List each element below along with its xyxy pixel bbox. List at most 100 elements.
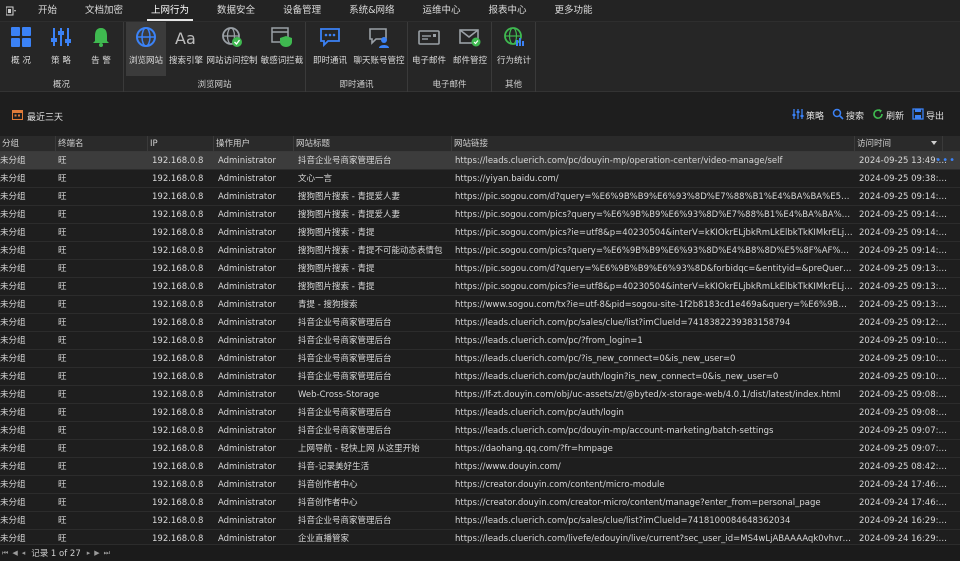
strategy-button[interactable]: 策略 [792, 108, 824, 123]
cell-visit-time: 2024-09-25 09:10:11 [859, 372, 949, 382]
table-row[interactable]: 未分组 旺 192.168.0.8 Administrator 抖音企业号商家管理后台 h… [0, 368, 960, 386]
last-page-icon[interactable]: ⏭ [104, 549, 110, 558]
tool-email[interactable]: 电子邮件 [410, 22, 448, 76]
tool-email-control[interactable]: 邮件管控 [450, 22, 490, 76]
table-row[interactable]: 未分组 旺 192.168.0.8 Administrator 抖音企业号商家管理后台 h… [0, 314, 960, 332]
table-row[interactable]: 未分组 旺 192.168.0.8 Administrator 抖音企业号商家管理后台 h… [0, 512, 960, 530]
table-row[interactable]: 未分组 旺 192.168.0.8 Administrator 抖音企业号商家管理后台 h… [0, 332, 960, 350]
cell-title: 抖音企业号商家管理后台 [298, 336, 392, 346]
prev-record-icon[interactable]: ◂ [22, 549, 26, 557]
cell-url: https://leads.cluerich.com/pc/auth/login [455, 408, 624, 418]
cell-terminal: 旺 [58, 264, 67, 274]
prev-page-icon[interactable]: ◀ [12, 549, 17, 557]
table-row[interactable]: 未分组 旺 192.168.0.8 Administrator 抖音企业号商家管理后台 h… [0, 350, 960, 368]
menu-more-features[interactable]: 更多功能 [555, 0, 593, 22]
next-record-icon[interactable]: ▸ [87, 549, 91, 557]
menu-ops-center[interactable]: 运维中心 [423, 0, 461, 22]
column-terminal[interactable]: 终端名 [56, 136, 148, 152]
menu-report-center[interactable]: 报表中心 [489, 0, 527, 22]
column-ip[interactable]: IP [148, 136, 214, 152]
tool-sensitive-word-block[interactable]: 敏感词拦截 [260, 22, 304, 76]
menu-internet-behavior[interactable]: 上网行为 [147, 0, 194, 22]
table-row[interactable]: 未分组 旺 192.168.0.8 Administrator 搜狗图片搜索 - 青提爱… [0, 188, 960, 206]
cell-ip: 192.168.0.8 [152, 336, 204, 346]
cell-terminal: 旺 [58, 336, 67, 346]
cell-title: 抖音创作者中心 [298, 498, 358, 508]
table-row[interactable]: 未分组 旺 192.168.0.8 Administrator 抖音企业号商家管理后台 h… [0, 422, 960, 440]
cell-group: 未分组 [0, 174, 26, 184]
menu-system-network[interactable]: 系统&网络 [349, 0, 394, 22]
column-title[interactable]: 网站标题 [294, 136, 452, 152]
cell-user: Administrator [218, 246, 276, 256]
table-row[interactable]: 未分组 旺 192.168.0.8 Administrator 搜狗图片搜索 - 青提 h… [0, 278, 960, 296]
cell-visit-time: 2024-09-25 09:07:59 [859, 426, 949, 436]
column-url[interactable]: 网站链接 [452, 136, 855, 152]
column-user[interactable]: 操作用户 [214, 136, 294, 152]
export-icon [912, 108, 924, 123]
sort-desc-icon[interactable] [930, 139, 938, 150]
cell-user: Administrator [218, 408, 276, 418]
cell-user: Administrator [218, 210, 276, 220]
next-page-icon[interactable]: ▶ [94, 549, 99, 557]
ribbon-group-overview: 概 况 策 略 告 警 概况 [0, 22, 124, 92]
cell-url: https://lf-zt.douyin.com/obj/uc-assets/z… [455, 390, 841, 400]
cell-visit-time: 2024-09-25 09:13:42 [859, 300, 949, 310]
search-button[interactable]: 搜索 [832, 108, 864, 123]
chat-user-icon [366, 24, 392, 50]
tool-label: 敏感词拦截 [260, 56, 304, 66]
recent-days-button[interactable]: 最近三天 [12, 109, 63, 123]
cell-terminal: 旺 [58, 390, 67, 400]
table-row[interactable]: 未分组 旺 192.168.0.8 Administrator 抖音企业号商家管理后台 h… [0, 152, 960, 170]
globe-icon [133, 24, 159, 50]
menu-data-security[interactable]: 数据安全 [217, 0, 255, 22]
tool-instant-messaging[interactable]: 即时通讯 [310, 22, 350, 76]
first-page-icon[interactable]: ⏮ [2, 549, 8, 558]
menu-doc-encryption[interactable]: 文档加密 [85, 0, 123, 22]
table-row[interactable]: 未分组 旺 192.168.0.8 Administrator 企业直播管家 https:… [0, 530, 960, 544]
cell-group: 未分组 [0, 228, 26, 238]
cell-url: https://leads.cluerich.com/livefe/edouyi… [455, 534, 853, 544]
tool-website-access-control[interactable]: 网站访问控制 [206, 22, 258, 76]
cell-url: https://pic.sogou.com/pics?ie=utf8&p=402… [455, 282, 853, 292]
column-group[interactable]: 分组 [0, 136, 56, 152]
table-row[interactable]: 未分组 旺 192.168.0.8 Administrator 搜狗图片搜索 - 青提 h… [0, 224, 960, 242]
cell-visit-time: 2024-09-25 09:13:53 [859, 264, 949, 274]
table-row[interactable]: 未分组 旺 192.168.0.8 Administrator 青提 - 搜狗搜索 htt… [0, 296, 960, 314]
cell-terminal: 旺 [58, 210, 67, 220]
cell-visit-time: 2024-09-24 17:46:13 [859, 480, 949, 490]
table-row[interactable]: 未分组 旺 192.168.0.8 Administrator 抖音-记录美好生活 htt… [0, 458, 960, 476]
menu-home[interactable]: 开始 [38, 0, 57, 22]
cell-visit-time: 2024-09-25 09:12:28 [859, 318, 949, 328]
tool-overview[interactable]: 概 况 [4, 22, 38, 76]
tool-label: 告 警 [91, 56, 111, 66]
menu-device-management[interactable]: 设备管理 [283, 0, 321, 22]
tool-strategy[interactable]: 策 略 [44, 22, 78, 76]
cell-ip: 192.168.0.8 [152, 480, 204, 490]
export-label: 导出 [925, 112, 944, 122]
tool-behavior-statistics[interactable]: 行为统计 [494, 22, 534, 76]
cell-url: https://leads.cluerich.com/pc/auth/login… [455, 372, 779, 382]
cell-group: 未分组 [0, 246, 26, 256]
refresh-button[interactable]: 刷新 [872, 108, 904, 123]
tool-chat-account-control[interactable]: 聊天账号管控 [352, 22, 406, 76]
cell-visit-time: 2024-09-24 17:46:11 [859, 498, 949, 508]
tool-search-engine[interactable]: Aa 搜索引擎 [168, 22, 204, 76]
table-row[interactable]: 未分组 旺 192.168.0.8 Administrator 上网导航 - 轻快上网 … [0, 440, 960, 458]
table-row[interactable]: 未分组 旺 192.168.0.8 Administrator 抖音创作者中心 https… [0, 476, 960, 494]
table-row[interactable]: 未分组 旺 192.168.0.8 Administrator Web-Cross-St… [0, 386, 960, 404]
tool-alert[interactable]: 告 警 [84, 22, 118, 76]
tool-label: 即时通讯 [312, 56, 347, 66]
tool-browse-websites[interactable]: 浏览网站 [126, 22, 166, 76]
table-row[interactable]: 未分组 旺 192.168.0.8 Administrator 搜狗图片搜索 - 青提爱… [0, 206, 960, 224]
table-row[interactable]: 未分组 旺 192.168.0.8 Administrator 搜狗图片搜索 - 青提不… [0, 242, 960, 260]
table-row[interactable]: 未分组 旺 192.168.0.8 Administrator 抖音企业号商家管理后台 h… [0, 404, 960, 422]
table-row[interactable]: 未分组 旺 192.168.0.8 Administrator 抖音创作者中心 https… [0, 494, 960, 512]
table-row[interactable]: 未分组 旺 192.168.0.8 Administrator 文心一言 https://… [0, 170, 960, 188]
table-row[interactable]: 未分组 旺 192.168.0.8 Administrator 搜狗图片搜索 - 青提 h… [0, 260, 960, 278]
bell-icon [88, 24, 114, 50]
export-button[interactable]: 导出 [912, 108, 944, 123]
cell-title: 搜狗图片搜索 - 青提爱人妻 [298, 210, 400, 220]
app-menu-icon[interactable] [0, 0, 22, 22]
search-icon [832, 108, 844, 123]
row-more-icon[interactable]: ••• [935, 152, 956, 170]
